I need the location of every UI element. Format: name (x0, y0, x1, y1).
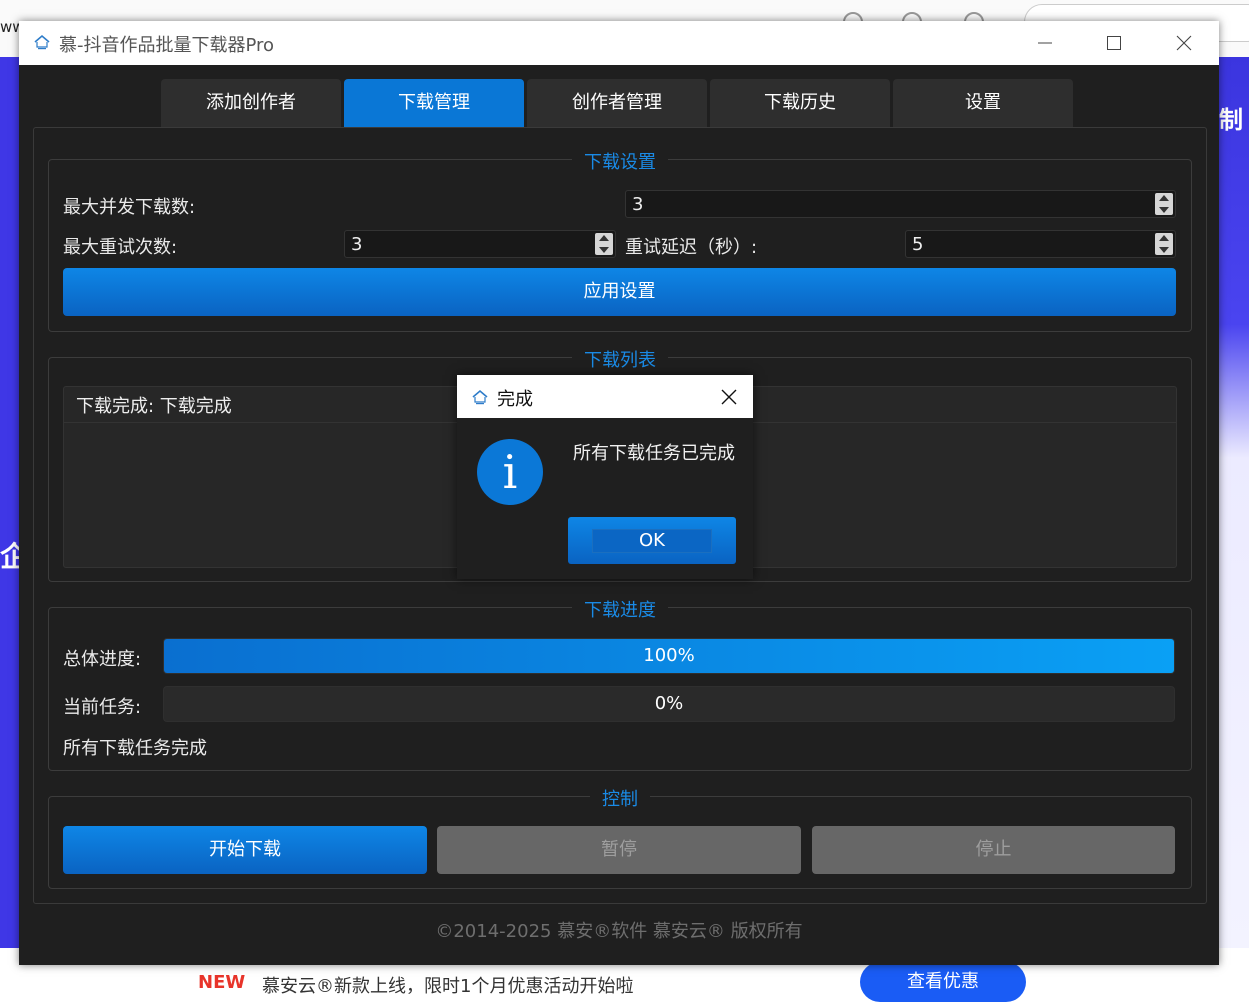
background-right-text: 制 (1219, 106, 1243, 134)
stop-button[interactable]: 停止 (812, 826, 1175, 874)
download-progress-group: 下载进度 总体进度: 100% 当前任务: 0% 所有下载任务完成 (48, 596, 1192, 771)
download-settings-group: 下载设置 最大并发下载数: 3 最大重试次数: 3 重试延迟（秒）: 5 应用设… (48, 148, 1192, 332)
maximize-button[interactable] (1091, 21, 1137, 65)
max-retry-spinbox[interactable]: 3 (344, 230, 616, 258)
max-concurrent-label: 最大并发下载数: (63, 197, 196, 218)
max-concurrent-value: 3 (632, 194, 644, 215)
minimize-button[interactable] (1022, 21, 1068, 65)
banner-new-tag: NEW (198, 972, 246, 993)
dialog-ok-label: OK (639, 530, 665, 551)
copyright-footer: ©2014-2025 慕安®软件 慕安云® 版权所有 (435, 921, 803, 942)
maximize-icon (1107, 36, 1121, 50)
close-icon (721, 389, 737, 404)
current-task-progress-bar: 0% (163, 686, 1175, 722)
dialog-close-button[interactable] (705, 375, 753, 418)
completion-dialog: 完成 i 所有下载任务已完成 OK (457, 375, 753, 579)
tab-download-manager[interactable]: 下载管理 (344, 79, 524, 127)
background-page-graphic (1219, 57, 1249, 948)
retry-delay-value: 5 (912, 234, 924, 255)
dialog-title: 完成 (497, 389, 533, 410)
info-icon: i (477, 439, 543, 505)
close-icon (1176, 35, 1192, 51)
download-settings-title: 下载设置 (572, 148, 668, 174)
overall-progress-label: 总体进度: (63, 649, 142, 670)
download-progress-title: 下载进度 (572, 596, 668, 622)
tab-creator-manager[interactable]: 创作者管理 (527, 79, 707, 127)
tab-settings[interactable]: 设置 (893, 79, 1073, 127)
max-concurrent-spinbox[interactable]: 3 (625, 190, 1176, 218)
banner-text: 慕安云®新款上线，限时1个月优惠活动开始啦 (262, 976, 634, 997)
window-title: 慕-抖音作品批量下载器Pro (59, 35, 275, 56)
close-button[interactable] (1161, 21, 1207, 65)
tab-add-creator[interactable]: 添加创作者 (161, 79, 341, 127)
current-task-progress-text: 0% (654, 693, 684, 714)
start-download-button[interactable]: 开始下载 (63, 826, 427, 874)
current-task-label: 当前任务: (63, 697, 142, 718)
dialog-message: 所有下载任务已完成 (573, 443, 735, 464)
app-logo-icon (34, 34, 50, 50)
max-retry-value: 3 (351, 234, 363, 255)
apply-settings-button[interactable]: 应用设置 (63, 268, 1176, 316)
max-retry-label: 最大重试次数: (63, 237, 178, 258)
retry-delay-spinbox[interactable]: 5 (905, 230, 1176, 258)
spin-arrows-icon[interactable] (1155, 193, 1173, 215)
download-status-text: 所有下载任务完成 (63, 738, 207, 759)
dialog-ok-button[interactable]: OK (568, 517, 736, 564)
download-list-title: 下载列表 (572, 346, 668, 372)
minimize-icon (1038, 42, 1052, 44)
retry-delay-label: 重试延迟（秒）: (625, 237, 758, 258)
spin-arrows-icon[interactable] (595, 233, 613, 255)
app-logo-icon (472, 389, 488, 405)
dialog-titlebar[interactable]: 完成 (457, 375, 753, 418)
window-titlebar[interactable]: 慕-抖音作品批量下载器Pro (19, 21, 1219, 65)
control-title: 控制 (590, 785, 650, 811)
overall-progress-text: 100% (643, 645, 695, 666)
pause-button[interactable]: 暂停 (437, 826, 801, 874)
overall-progress-bar: 100% (163, 638, 1175, 674)
banner-button[interactable]: 查看优惠 (860, 962, 1026, 1002)
spin-arrows-icon[interactable] (1155, 233, 1173, 255)
control-group: 控制 开始下载 暂停 停止 (48, 785, 1192, 889)
tab-download-history[interactable]: 下载历史 (710, 79, 890, 127)
